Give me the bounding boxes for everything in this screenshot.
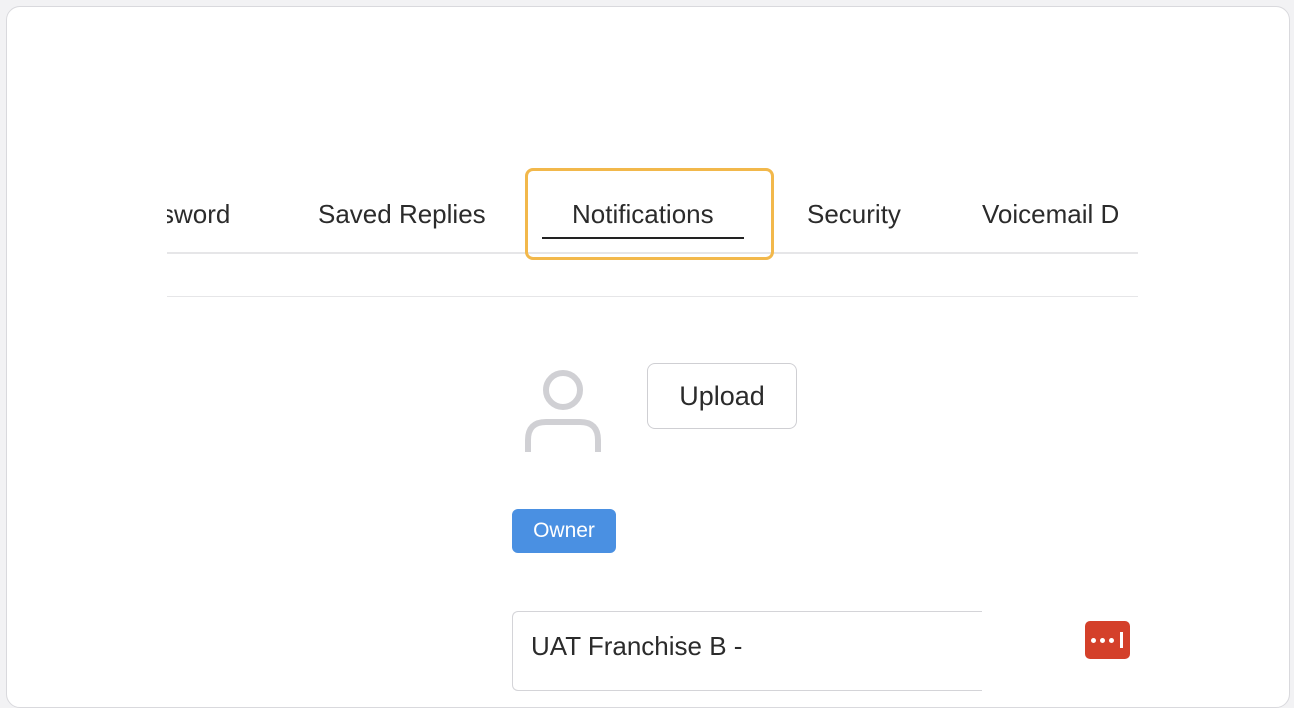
tab-security[interactable]: Security (807, 193, 901, 253)
section-divider (167, 296, 1138, 297)
upload-button[interactable]: Upload (647, 363, 797, 429)
password-manager-icon[interactable] (1085, 621, 1130, 659)
settings-viewport: sword Saved Replies Notifications Securi… (167, 7, 1138, 667)
role-badge: Owner (512, 509, 616, 553)
tab-bar-divider (167, 252, 1138, 254)
settings-card: sword Saved Replies Notifications Securi… (6, 6, 1290, 708)
tab-password[interactable]: sword (167, 193, 230, 253)
tab-saved-replies[interactable]: Saved Replies (318, 193, 486, 253)
tab-voicemail[interactable]: Voicemail D (982, 193, 1119, 253)
user-avatar-placeholder-icon (525, 370, 601, 452)
tab-bar: sword Saved Replies Notifications Securi… (167, 193, 1138, 253)
tab-notifications[interactable]: Notifications (542, 193, 744, 253)
name-input[interactable]: UAT Franchise B - (512, 611, 982, 691)
